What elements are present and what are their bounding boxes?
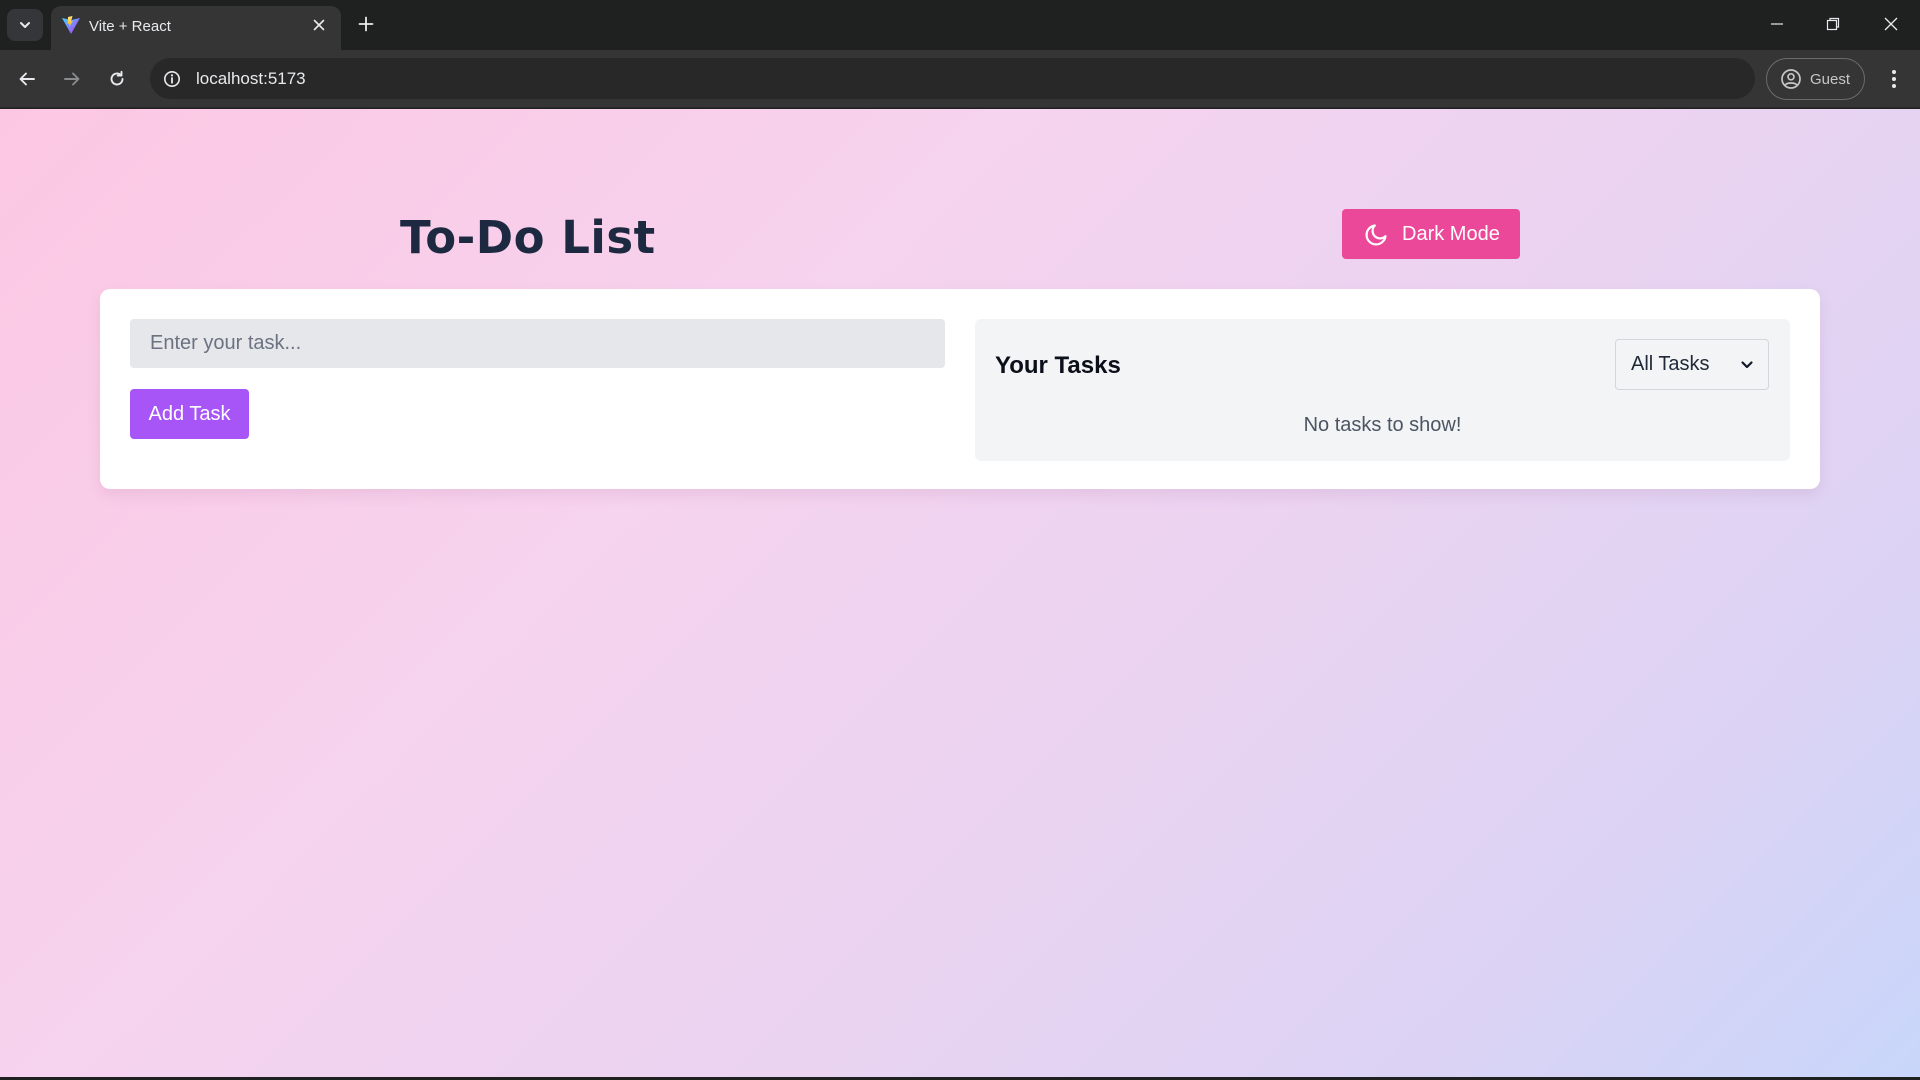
close-icon (1884, 17, 1898, 31)
browser-menu-button[interactable] (1877, 61, 1911, 97)
address-bar[interactable]: localhost:5173 (150, 58, 1755, 99)
add-task-button[interactable]: Add Task (130, 389, 249, 439)
vite-logo-icon (62, 16, 80, 34)
page-viewport: To-Do List Dark Mode Add Task Your Tasks… (0, 109, 1920, 1077)
arrow-left-icon (19, 72, 35, 86)
arrow-right-icon (64, 72, 80, 86)
tab-search-button[interactable] (7, 9, 43, 41)
close-icon (313, 19, 325, 31)
url-text: localhost:5173 (196, 69, 306, 88)
minimize-button[interactable] (1754, 5, 1800, 43)
dark-mode-label: Dark Mode (1402, 222, 1500, 245)
site-info-button[interactable] (160, 67, 184, 91)
restore-icon (1826, 17, 1840, 31)
moon-icon (1365, 224, 1387, 246)
tab-close-button[interactable] (309, 15, 329, 35)
browser-tabstrip: Vite + React (0, 0, 1920, 50)
empty-tasks-message: No tasks to show! (1303, 414, 1462, 436)
todo-card: Add Task Your Tasks All Tasks No tasks t… (100, 289, 1820, 489)
page-title: To-Do List (400, 211, 656, 264)
tab-title: Vite + React (89, 18, 171, 35)
close-window-button[interactable] (1868, 5, 1914, 43)
tasks-panel: Your Tasks All Tasks No tasks to show! (975, 319, 1790, 461)
forward-button[interactable] (54, 61, 90, 97)
info-icon (164, 71, 180, 87)
plus-icon (358, 16, 374, 32)
account-circle-icon (1781, 69, 1801, 89)
browser-toolbar: localhost:5173 Guest (0, 50, 1920, 108)
profile-label: Guest (1810, 70, 1851, 88)
back-button[interactable] (9, 61, 45, 97)
minimize-icon (1771, 23, 1783, 25)
reload-button[interactable] (99, 61, 135, 97)
browser-tab-active[interactable]: Vite + React (51, 6, 341, 50)
new-tab-button[interactable] (353, 10, 379, 38)
chevron-down-icon (1741, 360, 1753, 368)
task-input[interactable] (130, 319, 945, 368)
more-vertical-icon (1892, 70, 1896, 88)
task-filter-select[interactable]: All Tasks (1615, 339, 1769, 390)
reload-icon (110, 70, 124, 86)
dark-mode-button[interactable]: Dark Mode (1342, 209, 1520, 259)
chevron-down-icon (20, 22, 30, 28)
profile-button[interactable]: Guest (1766, 58, 1865, 100)
filter-selected-value: All Tasks (1631, 353, 1710, 375)
tasks-heading: Your Tasks (995, 352, 1121, 379)
restore-button[interactable] (1810, 5, 1856, 43)
